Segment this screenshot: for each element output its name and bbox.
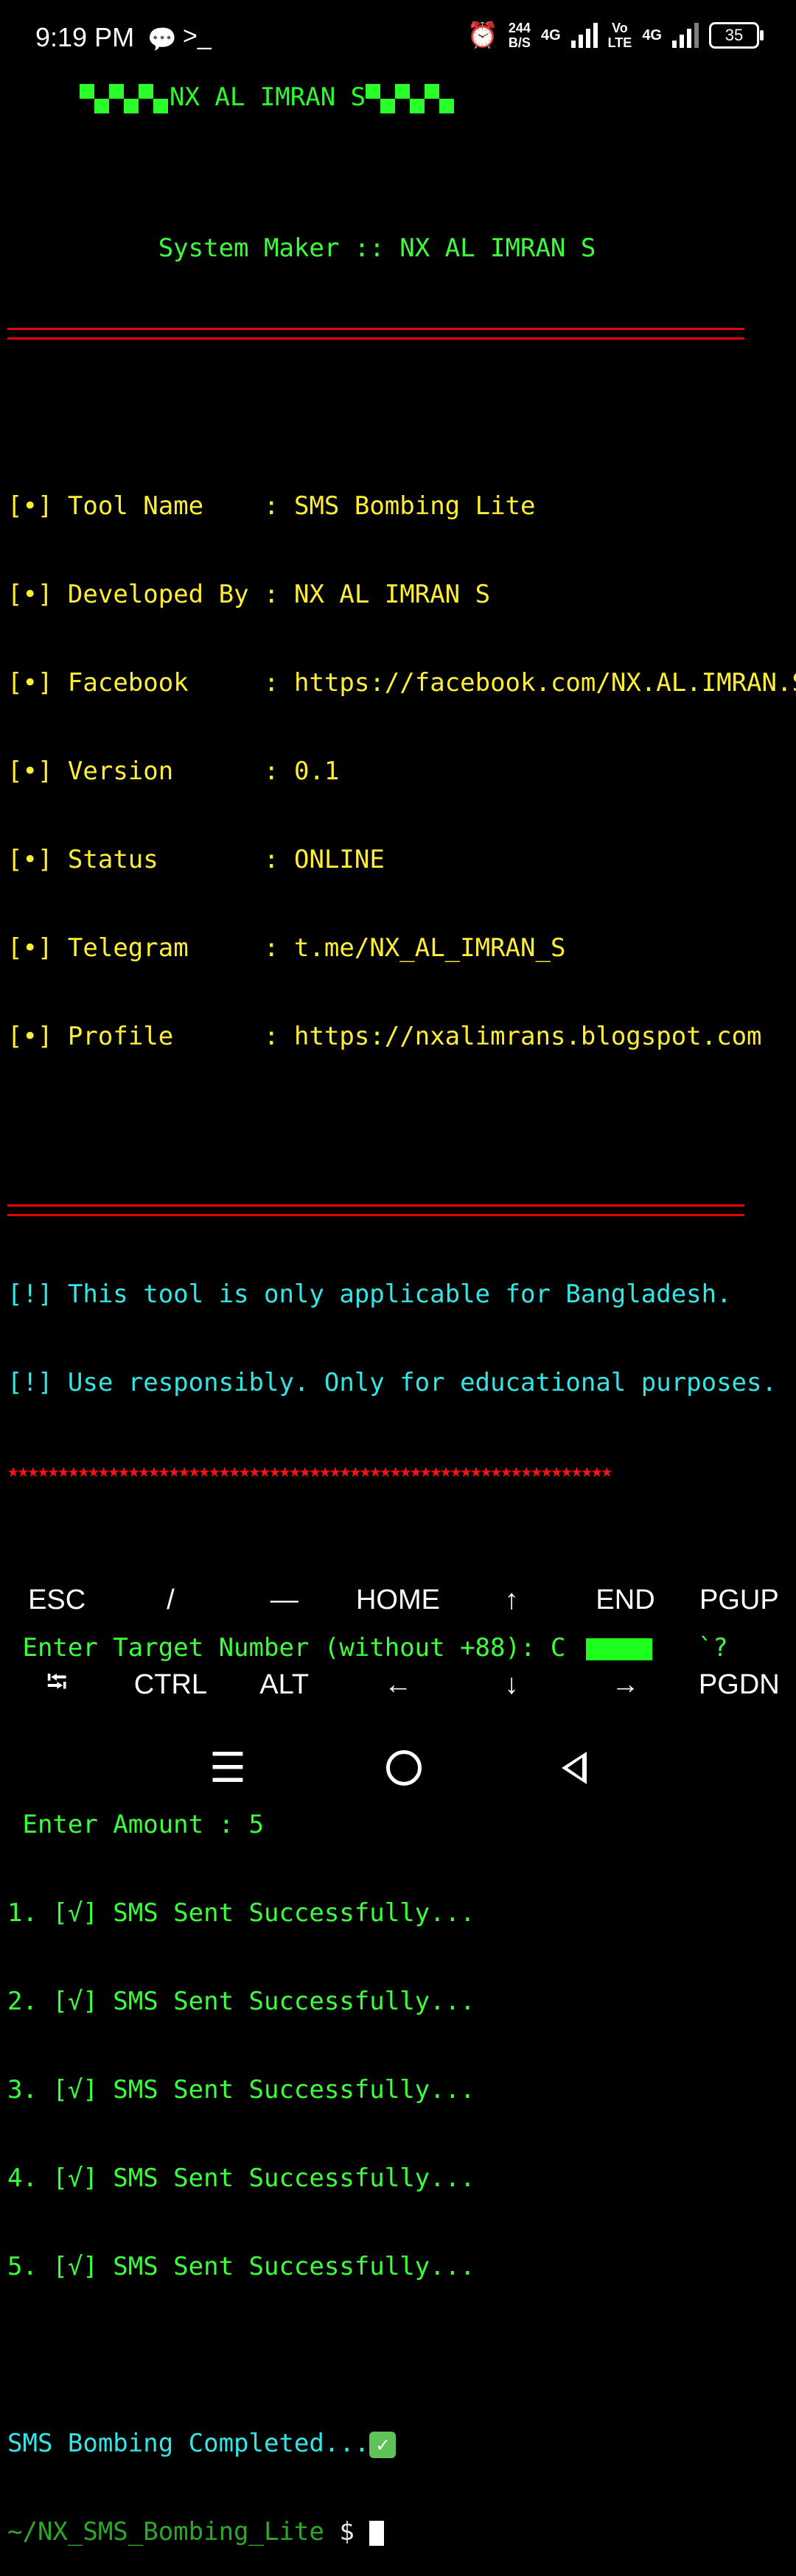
signal-strength-icon-2 xyxy=(672,23,699,48)
navigation-bar: ☰ xyxy=(0,1724,796,1812)
network-speed-unit: B/S xyxy=(508,35,531,50)
info-line: [•] Status : ONLINE xyxy=(7,845,385,874)
result-line: 2. [√] SMS Sent Successfully... xyxy=(7,1987,475,2016)
pgdn-key[interactable]: PGDN xyxy=(682,1669,796,1701)
home-icon[interactable] xyxy=(386,1750,422,1786)
menu-icon[interactable]: ☰ xyxy=(209,1744,246,1792)
completed-line: SMS Bombing Completed... ✓ xyxy=(7,2429,796,2458)
chat-notification-icon: 💬 xyxy=(147,26,177,52)
slash-key[interactable]: / xyxy=(114,1584,227,1616)
terminal-output[interactable]: System Maker :: NX AL IMRAN S [•] Tool N… xyxy=(7,77,796,2576)
result-line: 4. [√] SMS Sent Successfully... xyxy=(7,2163,475,2193)
star-divider: ★★★★★★★★★★★★★★★★★★★★★★★★★★★★★★★★★★★★★★★★… xyxy=(7,1460,612,1482)
result-line: 3. [√] SMS Sent Successfully... xyxy=(7,2075,475,2105)
end-key[interactable]: END xyxy=(568,1584,682,1616)
divider xyxy=(7,1204,744,1216)
network-speed-value: 244 xyxy=(508,21,531,35)
up-arrow-key[interactable]: ↑ xyxy=(455,1584,568,1616)
left-arrow-key[interactable]: ← xyxy=(341,1669,455,1701)
status-time: 9:19 PM xyxy=(35,22,135,52)
info-line: [•] Telegram : t.me/NX_AL_IMRAN_S xyxy=(7,933,566,963)
prompt-path: ~/NX_SMS_Bombing_Lite xyxy=(7,2517,324,2547)
esc-key[interactable]: ESC xyxy=(0,1584,114,1616)
result-line: 1. [√] SMS Sent Successfully... xyxy=(7,1898,475,1928)
back-icon[interactable] xyxy=(562,1752,587,1784)
amount-prompt: Enter Amount : 5 xyxy=(7,1810,264,1839)
warning-line: [!] Use responsibly. Only for educationa… xyxy=(7,1368,777,1397)
network-type-2: 4G xyxy=(642,27,662,43)
dash-key[interactable]: — xyxy=(228,1584,341,1616)
alarm-icon: ⏰ xyxy=(467,21,498,49)
extra-keys-row-1: ESC / — HOME ↑ END PGUP xyxy=(0,1558,796,1643)
info-line: [•] Version : 0.1 xyxy=(7,757,340,786)
network-type-1: 4G xyxy=(540,27,561,43)
status-indicators: ⏰ 244 B/S 4G Vo LTE 4G 35 xyxy=(467,21,764,50)
terminal-notification-icon: >_ xyxy=(183,22,212,50)
ctrl-key[interactable]: CTRL xyxy=(114,1669,227,1701)
volte-icon: Vo LTE xyxy=(607,21,632,50)
warning-line: [!] This tool is only applicable for Ban… xyxy=(7,1280,732,1309)
alt-key[interactable]: ALT xyxy=(228,1669,341,1701)
tab-key[interactable]: ⭾ xyxy=(0,1661,114,1709)
signal-strength-icon xyxy=(570,23,598,48)
extra-keys-row-2: ⭾ CTRL ALT ← ↓ → PGDN xyxy=(0,1643,796,1727)
system-maker-line: System Maker :: NX AL IMRAN S xyxy=(158,234,596,263)
battery-icon: 35 xyxy=(709,22,764,49)
shell-prompt[interactable]: ~/NX_SMS_Bombing_Lite $ xyxy=(7,2517,796,2547)
info-list: [•] Tool Name : SMS Bombing Lite [•] Dev… xyxy=(7,432,796,1110)
battery-level: 35 xyxy=(725,26,744,44)
check-mark-icon: ✓ xyxy=(369,2431,397,2458)
info-line: [•] Profile : https://nxalimrans.blogspo… xyxy=(7,1022,762,1051)
down-arrow-key[interactable]: ↓ xyxy=(455,1669,568,1701)
status-bar: 9:19 PM 💬 >_ ⏰ 244 B/S 4G Vo LTE 4G 35 xyxy=(0,0,796,81)
pgup-key[interactable]: PGUP xyxy=(682,1584,796,1616)
prompt-symbol: $ xyxy=(324,2517,370,2547)
info-line: [•] Developed By : NX AL IMRAN S xyxy=(7,580,491,609)
info-line: [•] Tool Name : SMS Bombing Lite xyxy=(7,491,536,521)
result-line: 5. [√] SMS Sent Successfully... xyxy=(7,2252,475,2281)
text-cursor xyxy=(369,2520,385,2546)
network-speed: 244 B/S xyxy=(509,21,531,50)
info-line: [•] Facebook : https://facebook.com/NX.A… xyxy=(7,668,796,698)
home-key[interactable]: HOME xyxy=(341,1584,455,1616)
extra-keys-bar: ESC / — HOME ↑ END PGUP ⭾ CTRL ALT ← ↓ →… xyxy=(0,1558,796,1727)
right-arrow-key[interactable]: → xyxy=(568,1669,682,1701)
divider xyxy=(7,328,744,340)
